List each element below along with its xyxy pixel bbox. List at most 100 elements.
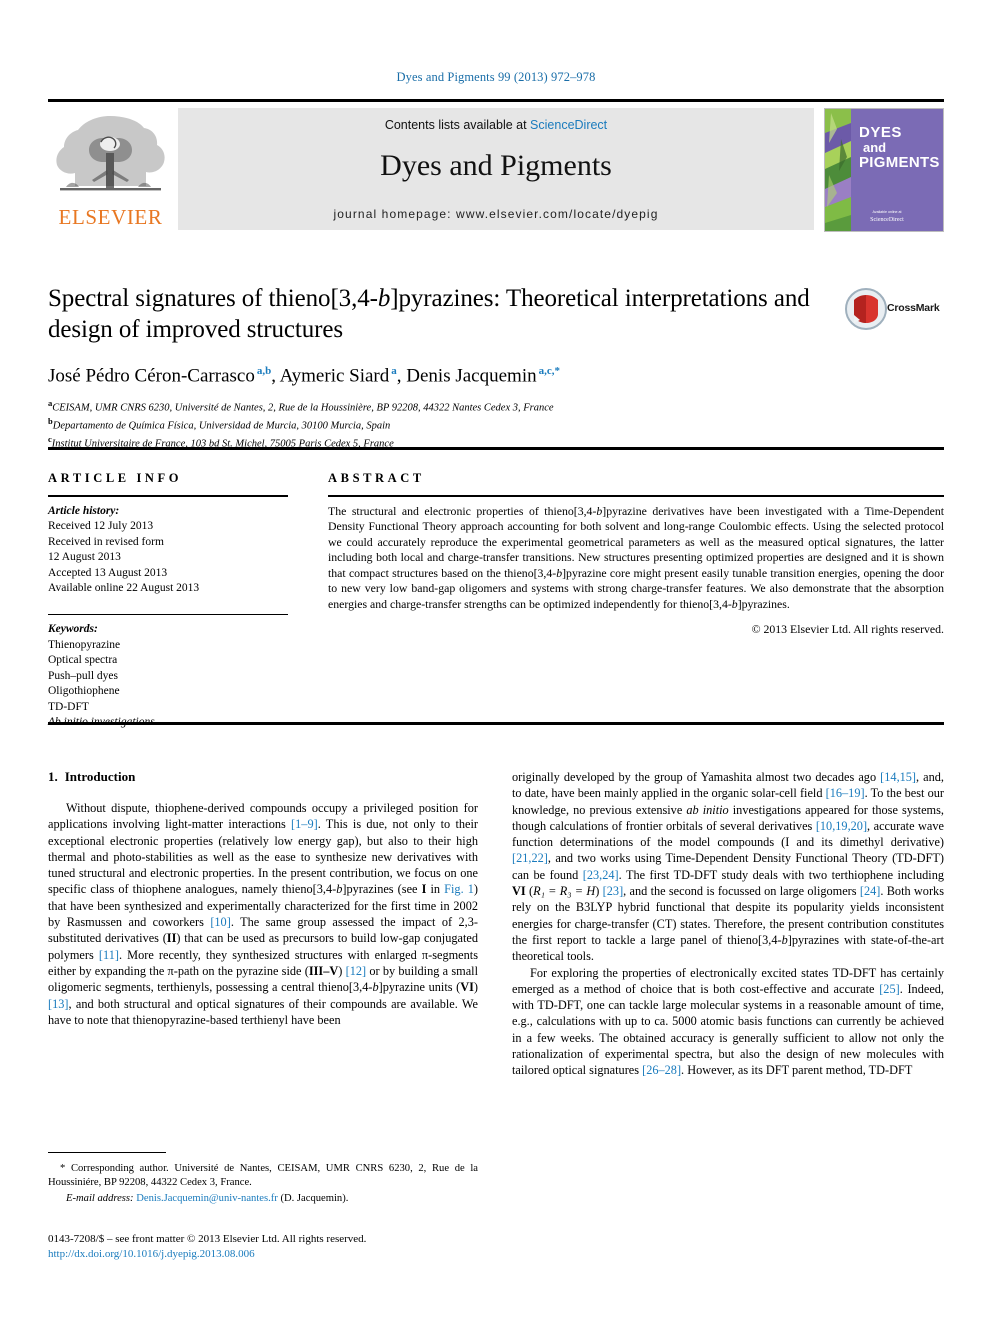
crossmark-icon xyxy=(845,288,887,330)
text-seg: ) xyxy=(595,884,603,899)
svg-text:and: and xyxy=(863,140,886,155)
article-info-heading: ARTICLE INFO xyxy=(48,471,183,485)
footnote-star: * xyxy=(60,1163,66,1175)
crossmark-badge[interactable]: CrossMark xyxy=(845,288,945,334)
svg-text:DYES: DYES xyxy=(859,124,902,141)
keywords-block: Keywords: Thienopyrazine Optical spectra… xyxy=(48,613,288,731)
citation-ref[interactable]: [1–9] xyxy=(291,817,318,831)
author-separator: , xyxy=(271,365,280,387)
journal-homepage[interactable]: journal homepage: www.elsevier.com/locat… xyxy=(178,207,814,221)
text-seg: ]pyrazine units ( xyxy=(378,980,461,995)
keyword-item: Optical spectra xyxy=(48,654,118,666)
keyword-item: Thienopyrazine xyxy=(48,638,121,651)
citation-ref[interactable]: [26–28] xyxy=(642,1063,681,1077)
svg-text:Available online at: Available online at xyxy=(872,210,901,214)
email-label: E-mail address: xyxy=(66,1193,134,1205)
elsevier-wordmark: ELSEVIER xyxy=(58,205,163,229)
author-affiliation-marks: a,c,* xyxy=(538,365,560,377)
journal-title: Dyes and Pigments xyxy=(380,149,612,182)
figure-ref[interactable]: Fig. 1 xyxy=(444,882,474,896)
citation-ref[interactable]: [14,15] xyxy=(880,770,916,784)
section-heading-introduction: 1. Introduction xyxy=(48,769,478,785)
keywords-rule xyxy=(48,613,288,615)
affiliation-list: aCEISAM, UMR CNRS 6230, Université de Na… xyxy=(48,397,838,451)
citation-ref[interactable]: [12] xyxy=(346,964,367,978)
abstract-rule xyxy=(328,495,944,497)
author-separator: , xyxy=(396,365,407,387)
elsevier-tree-icon xyxy=(56,116,165,191)
author-list: José Pédro Céron-Carrasco a,b, Aymeric Si… xyxy=(48,359,838,388)
article-history-block: Article history: Received 12 July 2013 R… xyxy=(48,504,288,597)
text-seg: ]pyrazines (see xyxy=(342,882,422,897)
history-item: Received 12 July 2013 xyxy=(48,520,154,532)
elsevier-logo: ELSEVIER xyxy=(48,108,173,230)
email-link[interactable]: Denis.Jacquemin@univ-nantes.fr xyxy=(136,1193,278,1204)
text-seg: originally developed by the group of Yam… xyxy=(512,770,881,784)
citation-ref[interactable]: [23] xyxy=(603,884,624,898)
affiliation-text: CEISAM, UMR CNRS 6230, Université de Nan… xyxy=(52,402,554,414)
abstract-section: ABSTRACT The structural and electronic p… xyxy=(328,471,944,637)
title-italic: b xyxy=(377,285,391,312)
history-item: 12 August 2013 xyxy=(48,551,121,563)
body-column-right: originally developed by the group of Yam… xyxy=(512,769,944,1079)
abstract-section-top-rule xyxy=(48,447,944,450)
journal-banner: ELSEVIER Contents lists available at Sci… xyxy=(48,99,944,232)
text-seg: , and the second is focussed on large ol… xyxy=(623,884,860,899)
keyword-italic-part: Ab initio investigations xyxy=(48,716,155,728)
compound-label: VI xyxy=(512,884,526,899)
article-info-rule xyxy=(48,495,288,497)
abstract-body: The structural and electronic properties… xyxy=(328,504,944,613)
citation-ref[interactable]: [25] xyxy=(879,982,900,996)
abstract-copyright: © 2013 Elsevier Ltd. All rights reserved… xyxy=(751,621,944,636)
history-item: Received in revised form xyxy=(48,535,164,548)
citation-ref[interactable]: [24] xyxy=(860,884,881,898)
citation-ref[interactable]: [13] xyxy=(48,997,69,1011)
section-title: Introduction xyxy=(64,769,136,784)
abstract-seg: The structural and electronic properties… xyxy=(328,503,597,518)
bottom-matter: 0143-7208/$ – see front matter © 2013 El… xyxy=(48,1232,518,1262)
keywords-label: Keywords: xyxy=(48,623,98,635)
citation-ref[interactable]: [21,22] xyxy=(512,851,548,865)
page-title: Spectral signatures of thieno[3,4-b]pyra… xyxy=(48,283,838,345)
inline-math: R₁ = R₃ = H xyxy=(533,884,596,899)
citation-ref[interactable]: [16–19] xyxy=(826,786,865,800)
crossmark-label: CrossMark xyxy=(887,302,940,314)
citation-ref[interactable]: [10] xyxy=(210,915,231,929)
compound-label: III–V xyxy=(308,963,339,978)
article-page: Dyes and Pigments 99 (2013) 972–978 ELSE… xyxy=(0,0,992,1323)
corresponding-author-footnote: * Corresponding author. Université de Na… xyxy=(48,1152,478,1204)
issn-line: 0143-7208/$ – see front matter © 2013 El… xyxy=(48,1233,367,1245)
citation-ref[interactable]: [10,19,20] xyxy=(816,819,867,833)
author-affiliation-marks: a,b xyxy=(256,365,272,377)
article-history-label: Article history: xyxy=(48,504,120,517)
doi-link[interactable]: http://dx.doi.org/10.1016/j.dyepig.2013.… xyxy=(48,1247,518,1262)
running-head: Dyes and Pigments 99 (2013) 972–978 xyxy=(396,70,596,84)
history-item: Available online 22 August 2013 xyxy=(48,582,200,594)
affiliation-text: Departamento de Química Física, Universi… xyxy=(52,420,391,432)
title-block: Spectral signatures of thieno[3,4-b]pyra… xyxy=(48,283,838,451)
intro-paragraph-left: Without dispute, thiophene-derived compo… xyxy=(48,800,478,1028)
intro-paragraph-right-1: originally developed by the group of Yam… xyxy=(512,769,944,965)
citation-ref[interactable]: [23,24] xyxy=(583,868,619,882)
journal-cover-thumbnail: DYES and PIGMENTS Available online at Sc… xyxy=(824,108,944,232)
contents-prefix: Contents lists available at xyxy=(384,118,531,132)
intro-paragraph-right-2: For exploring the properties of electron… xyxy=(512,965,944,1079)
abstract-heading: ABSTRACT xyxy=(328,471,425,485)
keyword-item: Push–pull dyes xyxy=(48,669,118,682)
banner-top-rule xyxy=(48,99,944,102)
cover-art-icon: DYES and PIGMENTS Available online at Sc… xyxy=(825,109,943,231)
abstract-seg: ]pyrazines. xyxy=(737,597,790,612)
footnote-text: * Corresponding author. Université de Na… xyxy=(48,1162,478,1190)
sciencedirect-link[interactable]: ScienceDirect xyxy=(530,118,607,132)
banner-center-panel: Contents lists available at ScienceDirec… xyxy=(178,108,814,230)
email-line: E-mail address: Denis.Jacquemin@univ-nan… xyxy=(48,1193,478,1204)
footnote-body: Corresponding author. Université de Nant… xyxy=(48,1163,478,1189)
section-number: 1. xyxy=(48,769,58,784)
text-italic: ab initio xyxy=(686,802,729,817)
text-seg: . The first TD-DFT study deals with two … xyxy=(618,867,944,882)
article-info-section: ARTICLE INFO Article history: Received 1… xyxy=(48,471,288,731)
text-seg: ) xyxy=(473,980,478,995)
citation-ref[interactable]: [11] xyxy=(99,948,119,962)
email-suffix: (D. Jacquemin). xyxy=(277,1193,349,1205)
title-part-1: Spectral signatures of thieno[3,4- xyxy=(48,285,378,312)
